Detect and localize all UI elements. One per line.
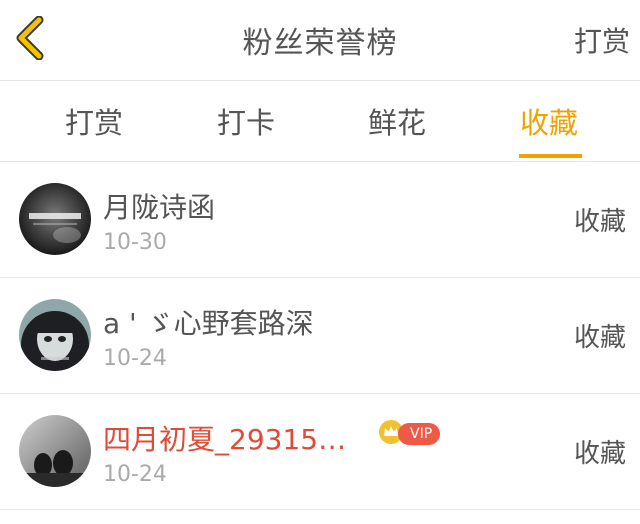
tab-flowers[interactable]: 鲜花: [368, 81, 426, 161]
vip-label: VIP: [398, 423, 441, 445]
list-item[interactable]: 月陇诗函 10-30 收藏: [0, 162, 640, 278]
top-bar: 粉丝荣誉榜 打赏: [0, 0, 640, 81]
tab-checkin[interactable]: 打卡: [217, 81, 275, 161]
action-label: 收藏: [573, 207, 626, 237]
vip-badge: VIP: [378, 420, 441, 446]
fans-list: 月陇诗函 10-30 收藏 a ' ゞ心野套路深 10-24 收藏 四月初夏_2…: [0, 162, 640, 510]
tab-bar: 打赏 打卡 鲜花 收藏: [0, 81, 640, 162]
list-item[interactable]: a ' ゞ心野套路深 10-24 收藏: [0, 278, 640, 394]
page-title: 粉丝荣誉榜: [242, 26, 398, 61]
avatar: [19, 415, 91, 487]
avatar: [19, 183, 91, 255]
action-label: 收藏: [573, 323, 626, 353]
chevron-left-icon: [13, 15, 47, 64]
list-item[interactable]: 四月初夏_29315… VIP 10-24 收藏: [0, 394, 640, 510]
date: 10-30: [103, 230, 167, 255]
active-tab-indicator: [519, 154, 582, 158]
user-name: 月陇诗函: [103, 191, 216, 224]
avatar: [19, 299, 91, 371]
date: 10-24: [103, 346, 167, 371]
reward-button[interactable]: 打赏: [574, 0, 630, 80]
back-button[interactable]: [0, 0, 60, 80]
user-name: 四月初夏_29315…: [103, 423, 347, 456]
user-name: a ' ゞ心野套路深: [103, 307, 314, 340]
tab-reward[interactable]: 打赏: [65, 81, 123, 161]
tab-favorites[interactable]: 收藏: [520, 81, 578, 161]
date: 10-24: [103, 462, 167, 487]
action-label: 收藏: [573, 439, 626, 469]
